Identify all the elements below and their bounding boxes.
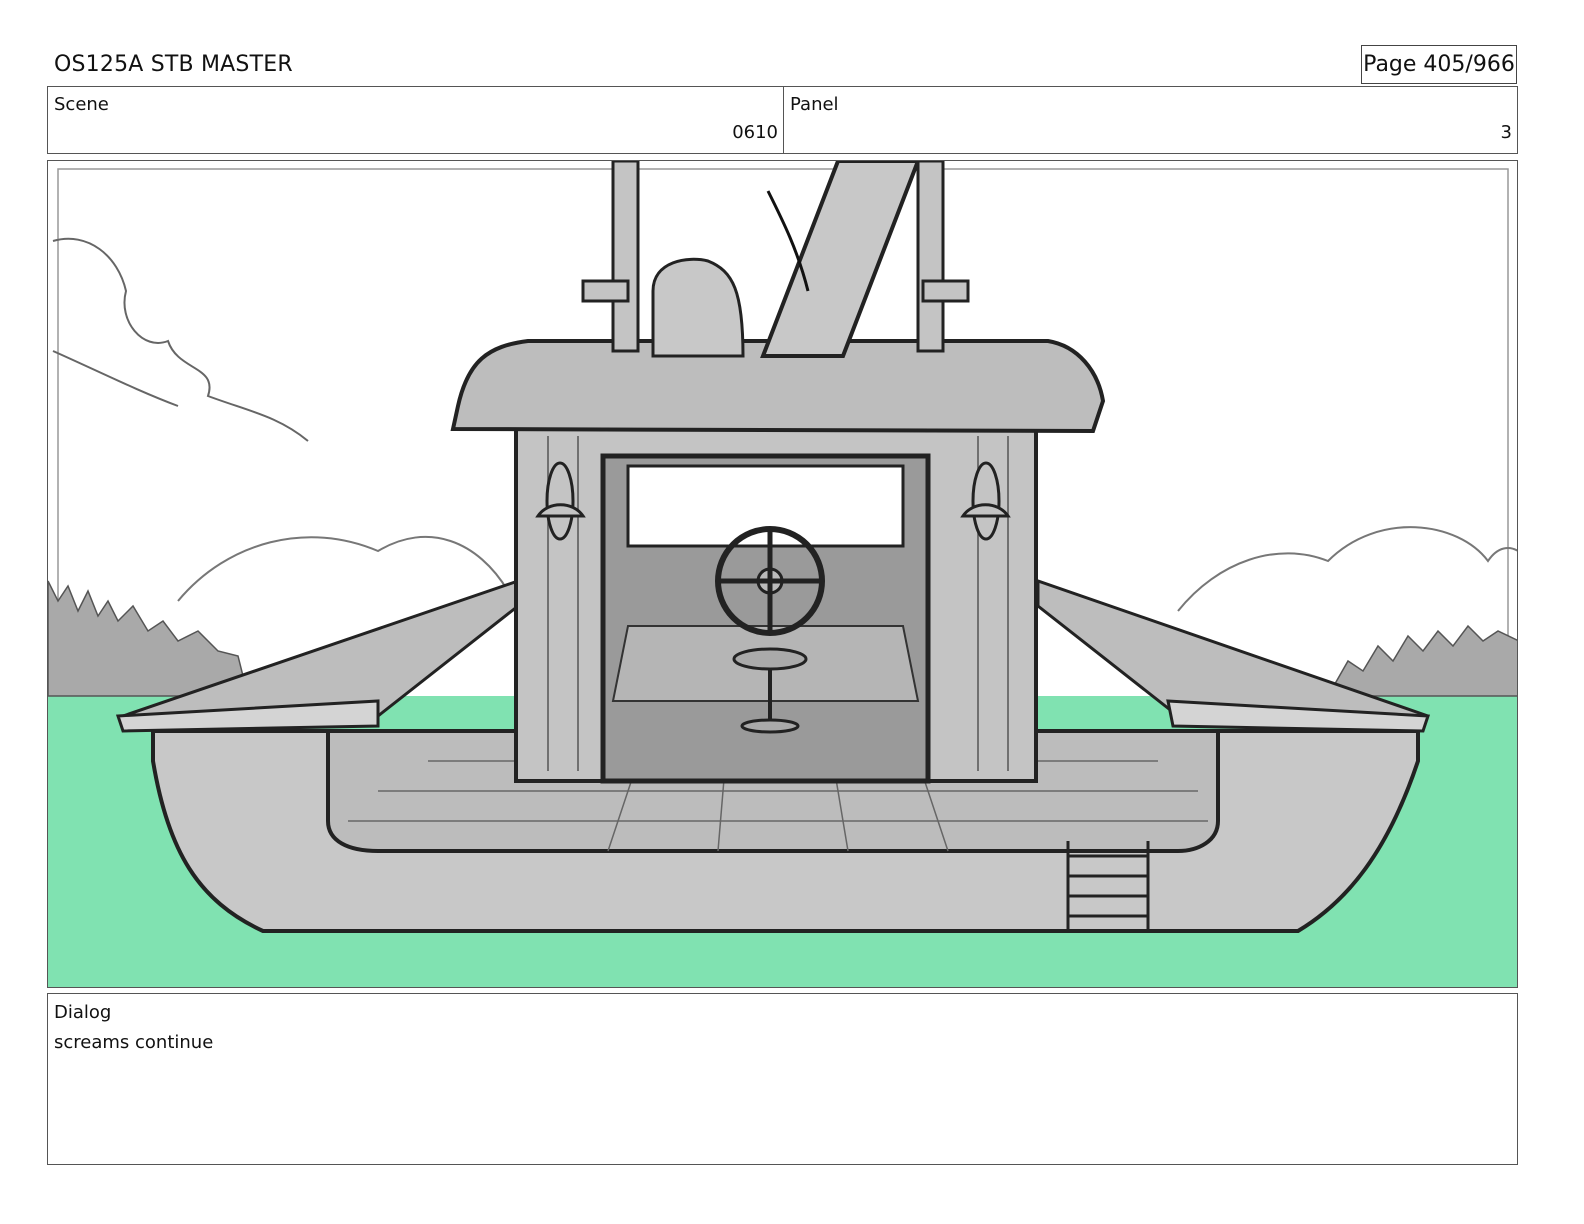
- bracket-right: [921, 279, 970, 303]
- scene-panel-info: Scene 0610 Panel 3: [47, 86, 1518, 154]
- bracket-left: [581, 279, 630, 303]
- dialog-label: Dialog: [54, 1002, 112, 1023]
- upper-post-right: [916, 161, 945, 353]
- cloud-left-lower: [52, 350, 179, 407]
- trees-right: [1326, 624, 1517, 697]
- page-number: Page 405/966: [1361, 45, 1517, 84]
- dialog-section: Dialog screams continue: [47, 993, 1518, 1165]
- panel-cell: Panel 3: [784, 87, 1517, 153]
- scene-number: 0610: [732, 122, 778, 143]
- boat-sketch: [48, 161, 1517, 987]
- panel-number: 3: [1500, 122, 1512, 143]
- trees-left: [48, 580, 249, 697]
- storyboard-panel-image: [47, 160, 1518, 988]
- document-title: OS125A STB MASTER: [54, 52, 293, 77]
- cloud-left: [52, 237, 309, 442]
- scene-cell: Scene 0610: [48, 87, 784, 153]
- upper-post-left: [611, 161, 640, 353]
- scene-label: Scene: [54, 94, 109, 115]
- panel-label: Panel: [790, 94, 839, 115]
- steering-wheel: [715, 526, 825, 636]
- starboard-wall: [1036, 578, 1429, 718]
- mast-beam: [760, 161, 921, 358]
- cabin-window: [626, 464, 905, 548]
- roof-arch: [651, 257, 745, 358]
- cloud-hill-right: [1177, 526, 1517, 612]
- dialog-text: screams continue: [54, 1032, 214, 1053]
- cloud-hill-left: [177, 536, 509, 602]
